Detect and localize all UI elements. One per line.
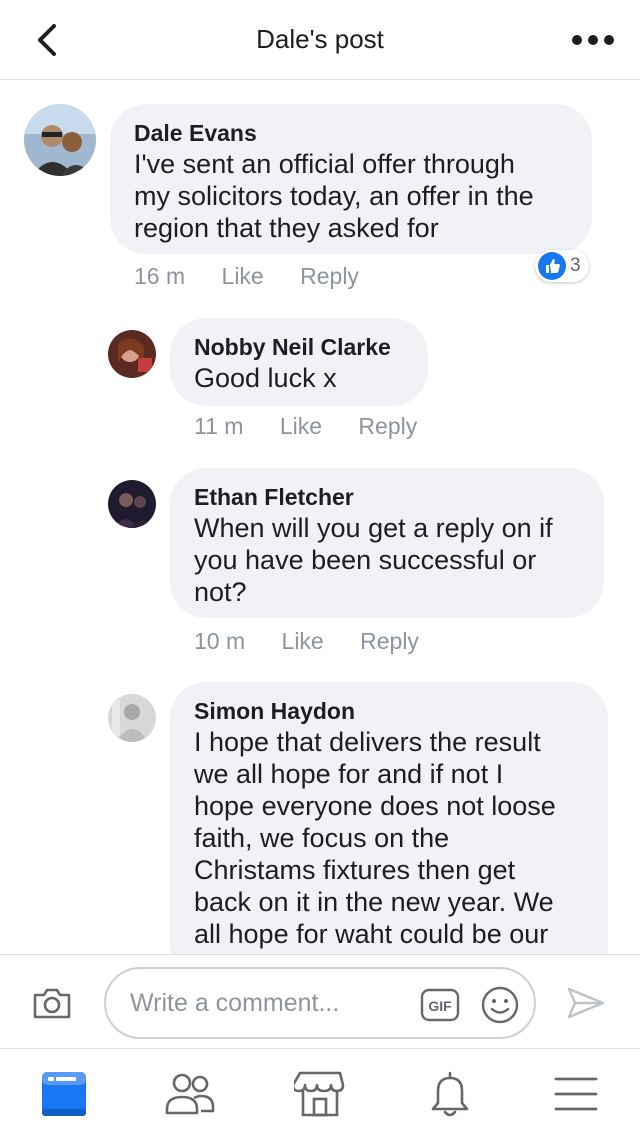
comment-line: I hope that delivers the result [194, 727, 541, 757]
comment-author[interactable]: Nobby Neil Clarke [194, 332, 404, 362]
comment-time: 11 m [194, 413, 244, 439]
comment-text: When will you get a reply on if you have… [194, 512, 580, 608]
smiley-icon [481, 986, 519, 1024]
comment-line: region that they asked for [134, 213, 439, 243]
like-button[interactable]: Like [280, 413, 322, 439]
comment-item: Dale Evans I've sent an official offer t… [0, 80, 640, 300]
comment-line: Christams fixtures then get [194, 855, 516, 885]
comment-time: 16 m [134, 263, 186, 289]
marketplace-icon [291, 1071, 345, 1117]
comment-line: back on it in the new year. We [194, 887, 554, 917]
comment-time: 10 m [194, 628, 246, 654]
avatar[interactable] [108, 480, 156, 528]
comment-author[interactable]: Ethan Fletcher [194, 482, 580, 512]
comment-text: I've sent an official offer through my s… [134, 148, 568, 244]
comment-bubble[interactable]: Simon Haydon I hope that delivers the re… [170, 682, 608, 954]
reply-button[interactable]: Reply [358, 413, 417, 439]
comment-line: hope everyone does not loose [194, 791, 556, 821]
comment-text: Good luck x [194, 362, 404, 394]
page-title: Dale's post [256, 24, 384, 54]
tab-menu[interactable] [550, 1069, 602, 1119]
send-button[interactable] [566, 985, 606, 1021]
comment-bubble[interactable]: Dale Evans I've sent an official offer t… [110, 104, 592, 254]
friends-icon [165, 1073, 215, 1115]
avatar[interactable] [24, 104, 96, 176]
svg-text:GIF: GIF [428, 998, 452, 1014]
reaction-count: 3 [570, 255, 581, 276]
reply-button[interactable]: Reply [360, 628, 419, 654]
camera-icon [33, 988, 71, 1019]
comment-line: all hope for waht could be our [194, 919, 549, 949]
like-button[interactable]: Like [222, 263, 264, 289]
tab-friends[interactable] [164, 1069, 216, 1119]
top-bar: Dale's post [0, 0, 640, 80]
comment-line: Good luck x [194, 363, 337, 393]
send-icon [567, 987, 605, 1019]
comment-actions: 16 m Like Reply [134, 263, 389, 290]
more-horizontal-icon [572, 35, 614, 45]
bottom-tab-bar [0, 1048, 640, 1136]
comment-actions: 10 m Like Reply [194, 628, 449, 655]
emoji-button[interactable] [480, 985, 520, 1025]
comment-item: Ethan Fletcher When will you get a reply… [0, 468, 640, 658]
comment-line: When will you get a reply on if [194, 513, 553, 543]
comment-thread[interactable]: Dale Evans I've sent an official offer t… [0, 80, 640, 954]
comment-bubble[interactable]: Ethan Fletcher When will you get a reply… [170, 468, 604, 618]
tab-marketplace[interactable] [291, 1069, 346, 1119]
like-button[interactable]: Like [282, 628, 324, 654]
comment-line: you have been successful or [194, 545, 537, 575]
news-feed-icon [42, 1072, 86, 1116]
comment-item: Simon Haydon I hope that delivers the re… [0, 682, 640, 954]
thumbs-up-icon [538, 252, 566, 280]
comment-line: I've sent an official offer through [134, 149, 515, 179]
comment-actions: 11 m Like Reply [194, 413, 447, 440]
comment-input[interactable]: Write a comment... GIF [104, 967, 536, 1039]
camera-button[interactable] [32, 985, 72, 1021]
comment-line: my solicitors today, an offer in the [134, 181, 534, 211]
comment-line: not? [194, 577, 247, 607]
reaction-summary[interactable]: 3 [535, 250, 589, 282]
comment-bubble[interactable]: Nobby Neil Clarke Good luck x [170, 318, 428, 406]
tab-news-feed[interactable] [38, 1069, 90, 1119]
gif-icon: GIF [420, 988, 460, 1022]
more-options-button[interactable] [570, 22, 616, 58]
comment-text: I hope that delivers the result we all h… [194, 726, 584, 950]
avatar[interactable] [108, 694, 156, 742]
bell-icon [431, 1071, 469, 1117]
tab-notifications[interactable] [424, 1069, 476, 1119]
comment-author[interactable]: Simon Haydon [194, 696, 584, 726]
comment-item: Nobby Neil Clarke Good luck x 11 m Like … [0, 316, 640, 446]
comment-input-placeholder: Write a comment... [130, 989, 340, 1017]
comment-line: faith, we focus on the [194, 823, 450, 853]
comment-line: we all hope for and if not I [194, 759, 504, 789]
comment-author[interactable]: Dale Evans [134, 118, 568, 148]
reply-button[interactable]: Reply [300, 263, 359, 289]
comment-composer: Write a comment... GIF [0, 954, 640, 1048]
avatar[interactable] [108, 330, 156, 378]
gif-button[interactable]: GIF [420, 987, 460, 1023]
hamburger-menu-icon [554, 1077, 598, 1111]
